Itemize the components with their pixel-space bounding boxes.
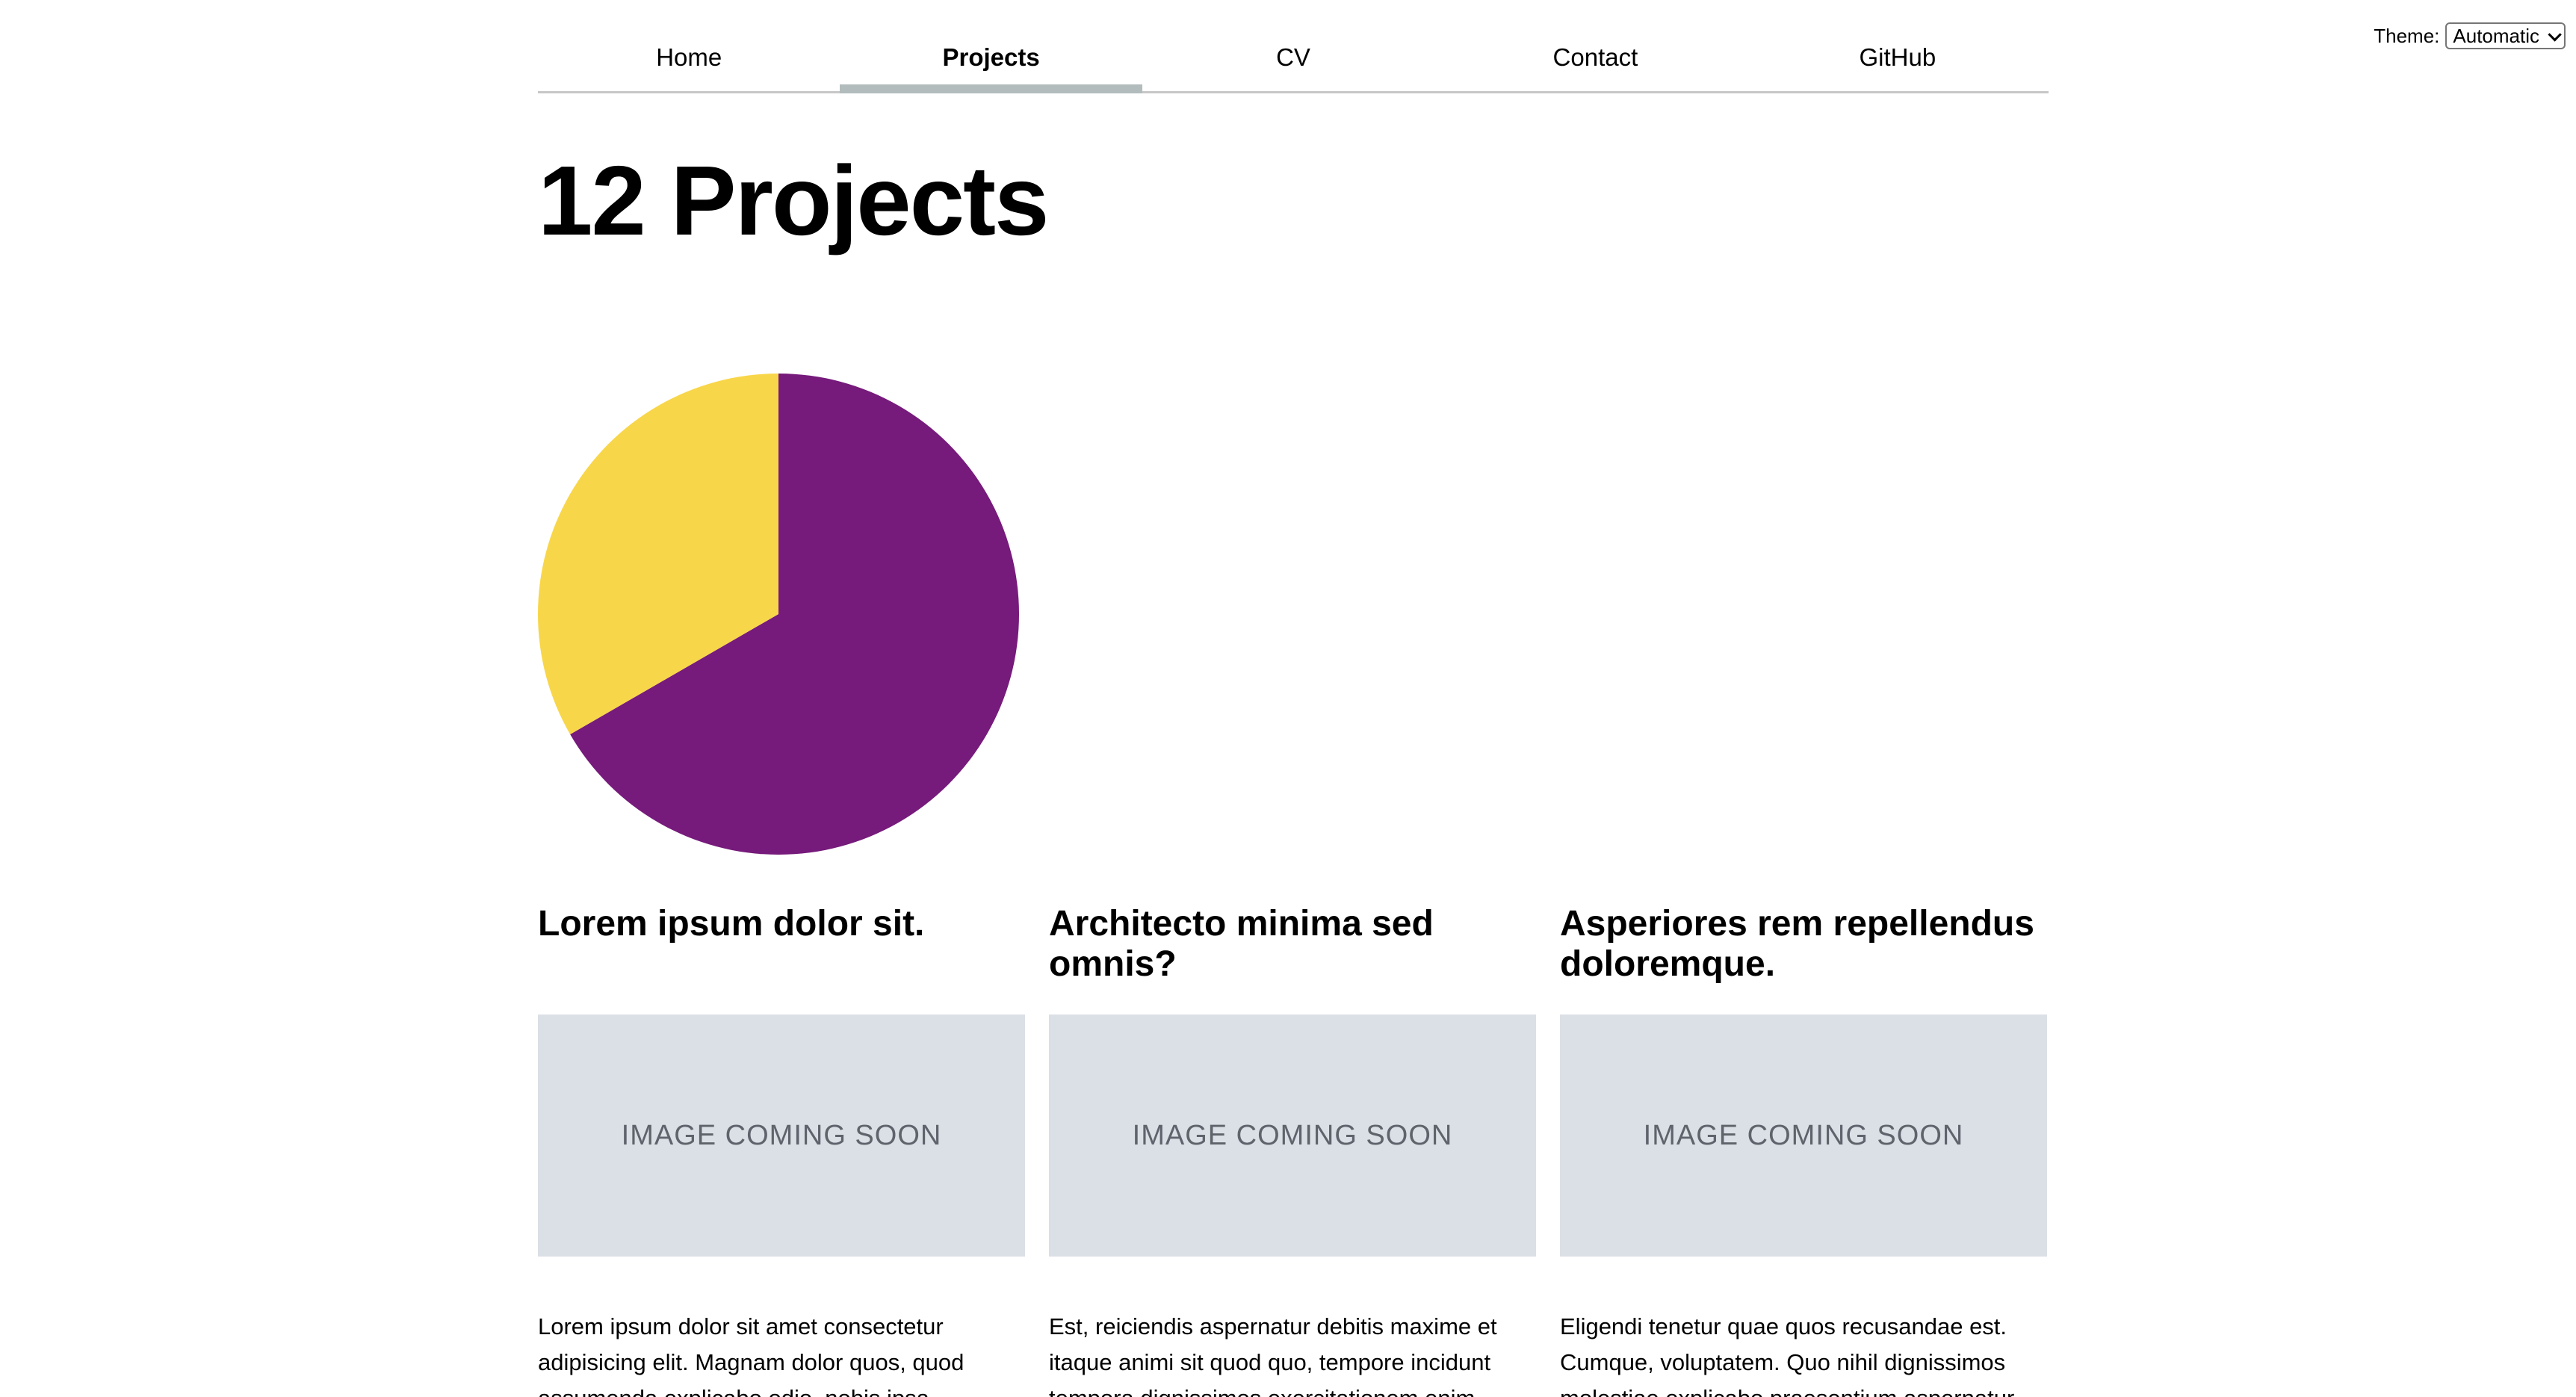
image-placeholder-text: IMAGE COMING SOON [621, 1119, 942, 1151]
project-title: Lorem ipsum dolor sit. [538, 904, 925, 944]
theme-select-value: Automatic [2453, 24, 2539, 47]
nav-item-cv[interactable]: CV [1142, 28, 1444, 91]
project-title: Asperiores rem repellendus doloremque. [1560, 904, 2034, 984]
page-title: 12 Projects [538, 146, 1049, 255]
project-card: Architecto minima sed omnis? IMAGE COMIN… [1049, 904, 1536, 1397]
projects-pie-chart [538, 374, 1019, 855]
theme-switcher: Theme: Automatic [2374, 22, 2566, 49]
page: Theme: Automatic Home Projects CV Contac… [0, 0, 2576, 1397]
project-description: Eligendi tenetur quae quos recusandae es… [1560, 1313, 2014, 1397]
image-placeholder-text: IMAGE COMING SOON [1132, 1119, 1453, 1151]
main-nav: Home Projects CV Contact GitHub [538, 28, 2049, 93]
theme-label: Theme: [2374, 24, 2440, 47]
project-image-placeholder: IMAGE COMING SOON [538, 1015, 1025, 1257]
image-placeholder-text: IMAGE COMING SOON [1643, 1119, 1964, 1151]
nav-item-projects[interactable]: Projects [840, 28, 1143, 93]
project-description: Est, reiciendis aspernatur debitis maxim… [1049, 1313, 1497, 1397]
nav-item-home[interactable]: Home [538, 28, 840, 91]
project-image-placeholder: IMAGE COMING SOON [1049, 1015, 1536, 1257]
project-title: Architecto minima sed omnis? [1049, 904, 1434, 984]
project-description: Lorem ipsum dolor sit amet consectetur a… [538, 1313, 965, 1397]
nav-item-contact[interactable]: Contact [1444, 28, 1746, 91]
nav-item-github[interactable]: GitHub [1747, 28, 2049, 91]
chevron-down-icon [2548, 27, 2562, 42]
project-card: Asperiores rem repellendus doloremque. I… [1560, 904, 2047, 1397]
project-list: Lorem ipsum dolor sit. IMAGE COMING SOON… [538, 904, 2049, 1397]
theme-select[interactable]: Automatic [2445, 22, 2566, 49]
project-image-placeholder: IMAGE COMING SOON [1560, 1015, 2047, 1257]
project-card: Lorem ipsum dolor sit. IMAGE COMING SOON… [538, 904, 1025, 1397]
